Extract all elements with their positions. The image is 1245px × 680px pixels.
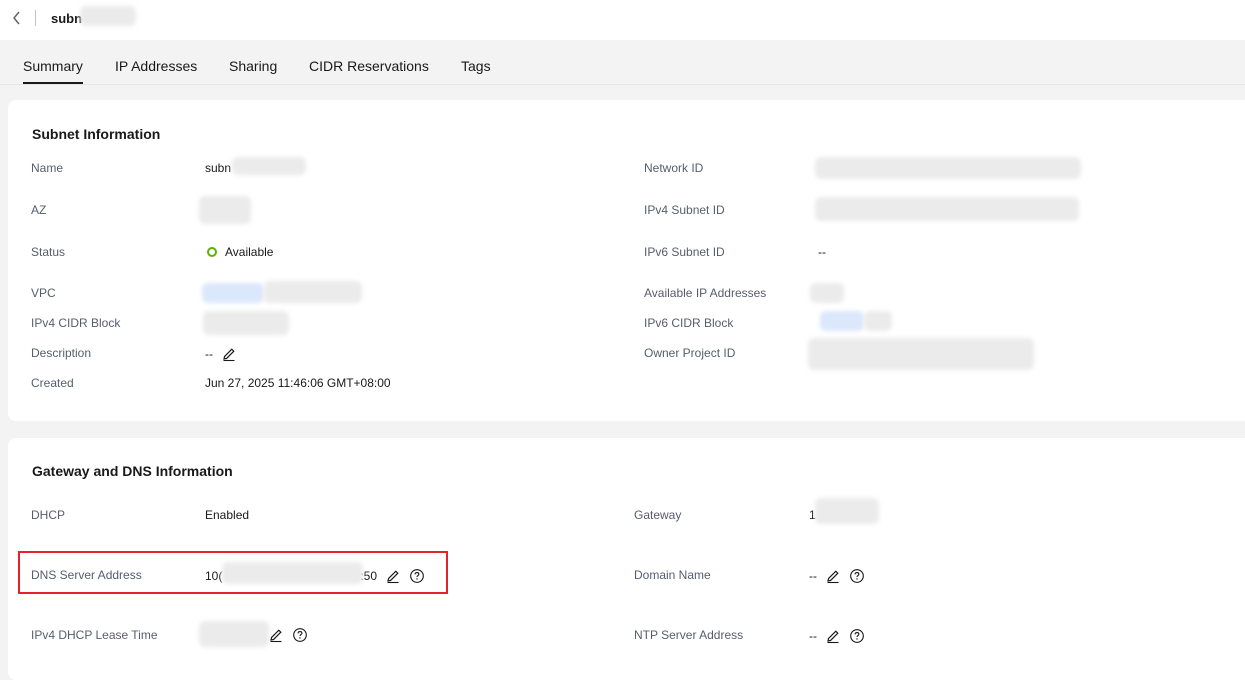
redacted-owner-project: [808, 338, 1034, 370]
ipv6-cidr-label: IPv6 CIDR Block: [644, 316, 734, 330]
redacted-gateway: [815, 498, 879, 524]
status-badge: Available: [207, 245, 273, 259]
edit-pencil-icon[interactable]: [825, 568, 841, 584]
help-question-icon[interactable]: [409, 568, 425, 584]
tab-cidr-reservations[interactable]: CIDR Reservations: [309, 58, 429, 74]
edit-pencil-icon[interactable]: [385, 568, 401, 584]
description-text: --: [205, 347, 213, 361]
ntp-server-value: --: [809, 628, 865, 644]
redacted-vpc: [264, 281, 362, 303]
page-title: subn: [51, 10, 83, 26]
redacted-ipv4-cidr: [203, 311, 289, 335]
redacted-dns: [222, 562, 363, 584]
back-arrow-icon[interactable]: [9, 9, 25, 27]
redacted-available-ips: [810, 283, 844, 303]
lease-time-label: IPv4 DHCP Lease Time: [31, 628, 158, 642]
domain-name-text: --: [809, 569, 817, 583]
tab-sharing[interactable]: Sharing: [229, 58, 277, 74]
description-label: Description: [31, 346, 92, 360]
edit-pencil-icon[interactable]: [825, 628, 841, 644]
subnet-information-card: Subnet Information: [8, 100, 1245, 421]
domain-name-value: --: [809, 568, 865, 584]
available-ips-label: Available IP Addresses: [644, 286, 767, 300]
redacted-ipv4-subnet-id: [815, 197, 1079, 221]
created-label: Created: [31, 376, 74, 390]
header-divider: [35, 10, 36, 26]
help-question-icon[interactable]: [292, 627, 308, 643]
redacted-ipv6-cidr: [864, 311, 892, 331]
gateway-dns-card: Gateway and DNS Information: [8, 438, 1245, 680]
ipv6-cidr-link[interactable]: [820, 311, 864, 331]
dns-label: DNS Server Address: [31, 568, 142, 582]
redacted-lease-time: [199, 621, 269, 647]
vpc-link[interactable]: [202, 283, 264, 303]
az-label: AZ: [31, 203, 47, 217]
top-bar: subn: [0, 0, 1245, 40]
dhcp-label: DHCP: [31, 508, 66, 522]
edit-pencil-icon[interactable]: [221, 346, 237, 362]
help-question-icon[interactable]: [849, 568, 865, 584]
description-value: --: [205, 346, 237, 362]
status-value: Available: [225, 245, 274, 259]
vpc-label: VPC: [31, 286, 56, 300]
status-label: Status: [31, 245, 66, 259]
ipv6-subnet-id-label: IPv6 Subnet ID: [644, 245, 725, 259]
active-tab-indicator: [23, 82, 83, 84]
status-ok-icon: [207, 247, 217, 257]
help-question-icon[interactable]: [849, 628, 865, 644]
ipv4-cidr-label: IPv4 CIDR Block: [31, 316, 121, 330]
redacted-title: [80, 6, 136, 26]
tab-bar: Summary IP Addresses Sharing CIDR Reserv…: [0, 40, 1245, 85]
ntp-server-label: NTP Server Address: [634, 628, 744, 642]
dhcp-value: Enabled: [205, 508, 250, 522]
tab-tags[interactable]: Tags: [461, 58, 491, 74]
owner-project-label: Owner Project ID: [644, 346, 736, 360]
tab-ip-addresses[interactable]: IP Addresses: [115, 58, 197, 74]
redacted-network-id: [815, 157, 1081, 179]
redacted-name: [232, 157, 306, 175]
name-value: subn: [205, 161, 232, 175]
ntp-server-text: --: [809, 629, 817, 643]
tab-summary[interactable]: Summary: [23, 58, 83, 74]
lease-actions: [268, 627, 308, 643]
dns-value-prefix: 10(: [205, 569, 223, 583]
network-id-label: Network ID: [644, 161, 704, 175]
ipv6-subnet-id-value: --: [818, 245, 826, 259]
domain-name-label: Domain Name: [634, 568, 711, 582]
gateway-label: Gateway: [634, 508, 682, 522]
ipv4-subnet-id-label: IPv4 Subnet ID: [644, 203, 725, 217]
created-value: Jun 27, 2025 11:46:06 GMT+08:00: [205, 376, 391, 390]
section-title: Gateway and DNS Information: [32, 463, 233, 479]
edit-pencil-icon[interactable]: [268, 627, 284, 643]
section-title: Subnet Information: [32, 126, 161, 142]
redacted-az: [199, 196, 251, 224]
name-label: Name: [31, 161, 64, 175]
